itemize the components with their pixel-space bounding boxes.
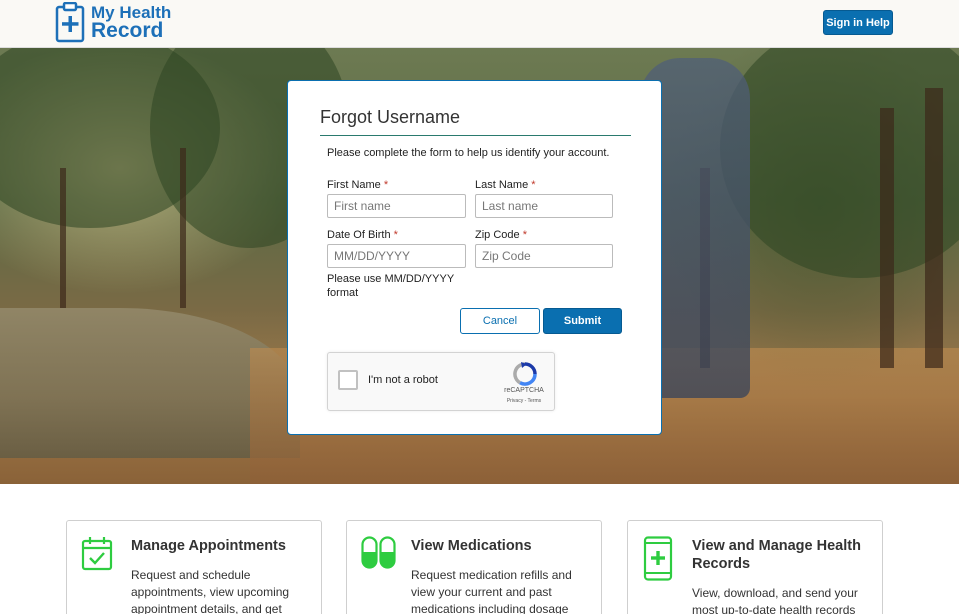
logo-line-2: Record (91, 19, 164, 42)
cancel-button[interactable]: Cancel (460, 308, 540, 334)
required-marker: * (531, 179, 536, 191)
forgot-username-form: Forgot Username Please complete the form… (287, 80, 662, 435)
form-title: Forgot Username (320, 107, 461, 127)
feature-title: View Medications (411, 538, 532, 554)
last-name-input[interactable] (475, 194, 613, 218)
feature-title: Manage Appointments (131, 538, 286, 554)
required-marker: * (383, 179, 389, 191)
recaptcha-widget: I'm not a robot reCAPTCHA Privacy - Term… (327, 352, 555, 411)
dob-input[interactable] (327, 244, 466, 268)
recaptcha-label: I'm not a robot (368, 374, 438, 386)
recaptcha-privacy-terms-link[interactable]: Privacy - Terms (498, 398, 550, 404)
my-health-record-logo[interactable]: My Health Record (55, 1, 171, 43)
required-marker: * (522, 229, 527, 241)
sign-in-help-button[interactable]: Sign in Help (823, 10, 893, 35)
site-header: My Health Record Sign in Help (0, 0, 959, 48)
zip-code-input[interactable] (475, 244, 613, 268)
dob-format-hint: Please use MM/DD/YYYY format (327, 273, 454, 299)
first-name-input[interactable] (327, 194, 466, 218)
pill-capsule-icon (361, 536, 396, 580)
recaptcha-checkbox[interactable] (338, 370, 358, 390)
feature-card-medications[interactable]: View Medications Request medication refi… (346, 520, 602, 614)
submit-button[interactable]: Submit (543, 308, 622, 334)
first-name-label: First Name * (327, 179, 389, 191)
feature-card-appointments[interactable]: Manage Appointments Request and schedule… (66, 520, 322, 614)
feature-card-health-records[interactable]: View and Manage Health Records View, dow… (627, 520, 883, 614)
zip-code-label: Zip Code * (475, 229, 527, 241)
phone-plus-icon (642, 536, 676, 581)
dob-label: Date Of Birth * (327, 229, 398, 241)
recaptcha-brand: reCAPTCHA (504, 387, 544, 394)
last-name-label: Last Name * (475, 179, 536, 191)
clipboard-plus-icon (55, 1, 87, 43)
title-divider (320, 135, 631, 136)
feature-description: View, download, and send your most up-to… (692, 586, 858, 614)
feature-description: Request medication refills and view your… (411, 568, 572, 614)
form-description: Please complete the form to help us iden… (327, 147, 610, 159)
required-marker: * (393, 229, 398, 241)
calendar-check-icon (81, 536, 115, 580)
feature-title: View and Manage Health Records (692, 538, 861, 572)
feature-description: Request and schedule appointments, view … (131, 568, 290, 614)
recaptcha-logo-icon (512, 361, 538, 387)
